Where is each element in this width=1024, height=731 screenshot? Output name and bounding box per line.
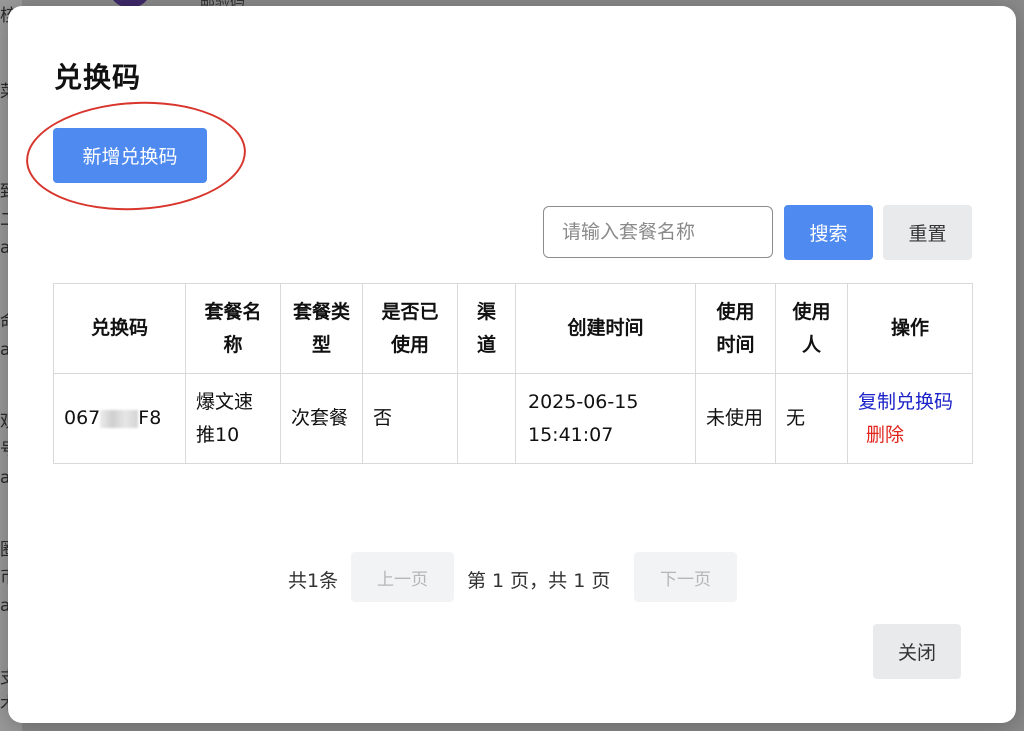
column-header-code: 兑换码 <box>53 283 186 374</box>
code-prefix: 067 <box>64 407 101 429</box>
column-header-package-name: 套餐名称 <box>185 283 281 374</box>
table-row: 067 F8 爆文速推10 次套餐 否 2025-06-15 15:41:07 未… <box>53 373 973 464</box>
dialog-title: 兑换码 <box>54 61 142 94</box>
column-header-used: 是否已使用 <box>362 283 458 374</box>
cell-code: 067 F8 <box>53 373 186 464</box>
redeem-code-dialog: 兑换码 新增兑换码 搜索 重置 兑换码 套餐名称 套餐类型 是否已使用 渠道 创… <box>8 6 1016 723</box>
code-suffix: F8 <box>138 407 162 429</box>
column-header-user: 使用人 <box>775 283 848 374</box>
column-header-package-type: 套餐类型 <box>280 283 363 374</box>
prev-page-button[interactable]: 上一页 <box>351 552 454 602</box>
column-header-used-at: 使用时间 <box>695 283 776 374</box>
copy-code-link[interactable]: 复制兑换码 <box>858 391 953 413</box>
masked-code-segment <box>100 409 139 428</box>
package-name-search-input[interactable] <box>543 206 773 258</box>
redeem-code-table: 兑换码 套餐名称 套餐类型 是否已使用 渠道 创建时间 使用时间 使用人 操作 … <box>53 283 973 464</box>
pagination-info: 第 1 页，共 1 页 <box>467 570 611 592</box>
cell-channel <box>457 373 516 464</box>
cell-package-name: 爆文速推10 <box>185 373 281 464</box>
column-header-channel: 渠道 <box>457 283 516 374</box>
column-header-actions: 操作 <box>847 283 973 374</box>
cell-actions: 复制兑换码删除 <box>847 373 973 464</box>
pagination-total: 共1条 <box>288 570 339 592</box>
delete-link[interactable]: 删除 <box>866 424 904 446</box>
table-header-row: 兑换码 套餐名称 套餐类型 是否已使用 渠道 创建时间 使用时间 使用人 操作 <box>53 283 973 374</box>
search-button[interactable]: 搜索 <box>784 205 873 260</box>
cell-user: 无 <box>775 373 848 464</box>
cell-package-type: 次套餐 <box>280 373 363 464</box>
reset-button[interactable]: 重置 <box>883 205 972 260</box>
cell-used-at: 未使用 <box>695 373 776 464</box>
close-button[interactable]: 关闭 <box>873 624 961 679</box>
next-page-button[interactable]: 下一页 <box>634 552 737 602</box>
cell-created-at: 2025-06-15 15:41:07 <box>515 373 696 464</box>
column-header-created-at: 创建时间 <box>515 283 696 374</box>
cell-used: 否 <box>362 373 458 464</box>
add-redeem-code-button[interactable]: 新增兑换码 <box>53 128 207 183</box>
